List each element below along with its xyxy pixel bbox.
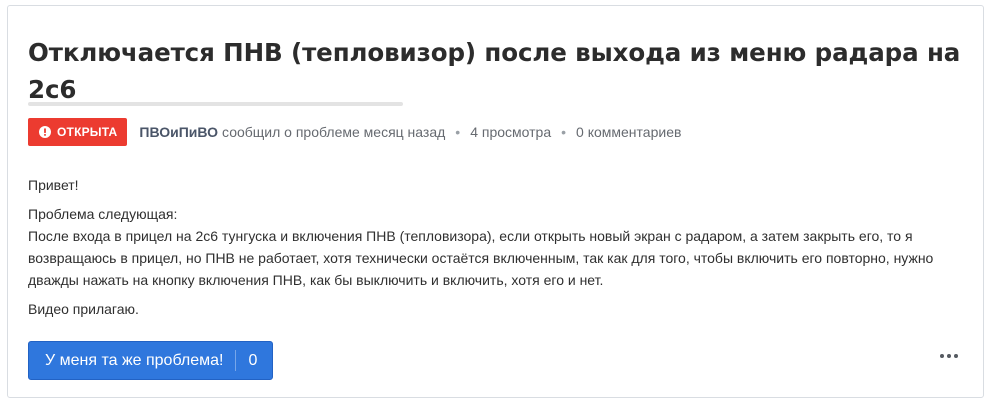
me-too-button[interactable]: У меня та же проблема! 0 [28, 341, 274, 380]
reported-text: сообщил о проблеме месяц назад [222, 124, 446, 140]
topic-meta: ОТКРЫТА ПВОиПиВО сообщил о проблеме меся… [28, 118, 681, 146]
views-count: 4 просмотра [470, 124, 552, 140]
comments-count[interactable]: 0 комментариев [576, 124, 681, 140]
title-underline [28, 102, 403, 106]
author-link[interactable]: ПВОиПиВО [139, 124, 218, 140]
more-dot [947, 354, 951, 358]
topic-card: Отключается ПНВ (тепловизор) после выход… [7, 5, 984, 398]
greeting-text: Привет! [28, 177, 79, 193]
status-label: ОТКРЫТА [57, 125, 118, 139]
page-title: Отключается ПНВ (тепловизор) после выход… [28, 38, 961, 104]
me-too-label: У меня та же проблема! [45, 351, 224, 369]
alert-circle-icon [39, 126, 51, 138]
video-note: Видео прилагаю. [28, 301, 139, 317]
problem-text: После входа в прицел на 2с6 тунгуска и в… [28, 228, 934, 288]
meta-separator: • [561, 124, 567, 140]
meta-separator: • [455, 124, 461, 140]
more-horizontal-icon[interactable] [940, 354, 958, 358]
more-dot [940, 354, 944, 358]
more-dot [954, 354, 958, 358]
me-too-count: 0 [248, 351, 258, 369]
problem-paragraph: Проблема следующая: После входа в прицел… [28, 203, 973, 291]
topic-body: Привет! Проблема следующая: После входа … [28, 174, 973, 327]
problem-heading: Проблема следующая: [28, 206, 178, 222]
status-badge: ОТКРЫТА [28, 118, 128, 146]
